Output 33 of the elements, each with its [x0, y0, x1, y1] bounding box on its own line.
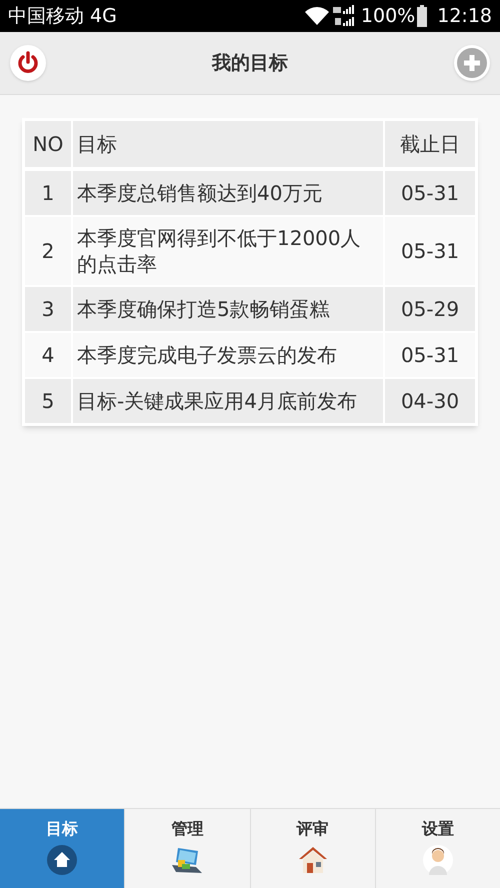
- page-title: 我的目标: [212, 50, 288, 76]
- goal-cell: 目标-关键成果应用4月底前发布: [73, 379, 383, 423]
- power-button[interactable]: [10, 45, 46, 81]
- home-icon: [47, 845, 78, 875]
- wifi-icon: [304, 7, 329, 25]
- row-number: 1: [25, 171, 71, 215]
- signal-icon: [332, 5, 357, 27]
- deadline-cell: 05-31: [385, 333, 475, 377]
- deadline-cell: 05-31: [385, 217, 475, 285]
- goal-cell: 本季度确保打造5款畅销蛋糕: [73, 287, 383, 331]
- goal-cell: 本季度总销售额达到40万元: [73, 171, 383, 215]
- power-icon: [16, 51, 40, 75]
- column-header: 目标: [73, 121, 383, 167]
- plus-icon: [457, 48, 487, 78]
- carrier-label: 中国移动 4G: [8, 4, 117, 29]
- column-header: 截止日: [385, 121, 475, 167]
- row-number: 2: [25, 217, 71, 285]
- deadline-cell: 04-30: [385, 379, 475, 423]
- nav-tab[interactable]: 目标: [0, 809, 124, 888]
- goal-cell: 本季度完成电子发票云的发布: [73, 333, 383, 377]
- person-icon: [422, 845, 453, 875]
- deadline-cell: 05-29: [385, 287, 475, 331]
- row-number: 3: [25, 287, 71, 331]
- house-icon: [298, 845, 328, 875]
- laptop-icon: [170, 845, 204, 875]
- row-number: 4: [25, 333, 71, 377]
- deadline-cell: 05-31: [385, 171, 475, 215]
- goal-cell: 本季度官网得到不低于12000人的点击率: [73, 217, 383, 285]
- column-header: NO: [25, 121, 71, 167]
- battery-icon: [417, 5, 428, 27]
- battery-percent: 100%: [360, 4, 416, 29]
- row-number: 5: [25, 379, 71, 423]
- clock: 12:18: [437, 4, 492, 29]
